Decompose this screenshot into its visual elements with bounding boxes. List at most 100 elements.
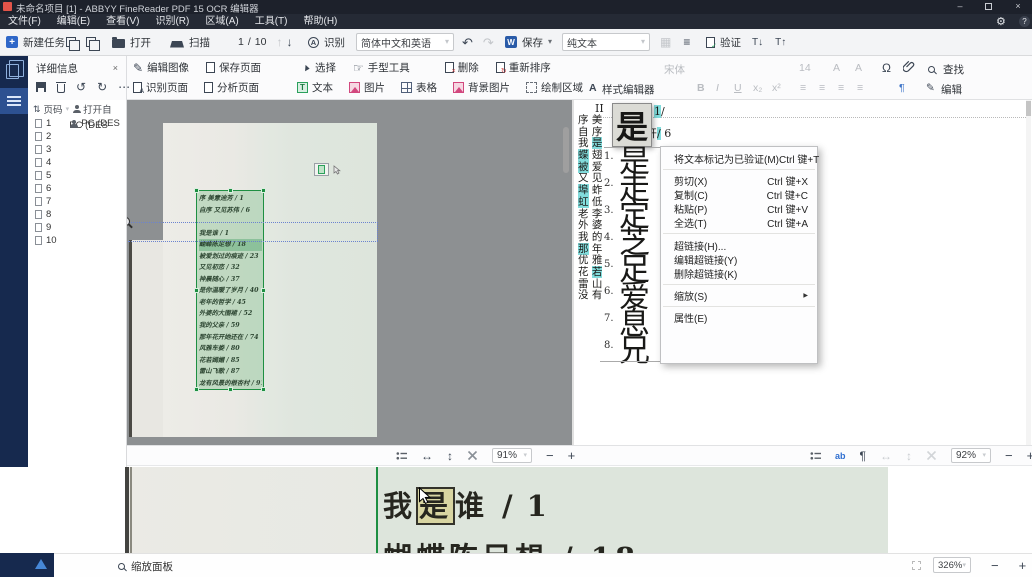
picture-region-button[interactable]: 图片 (349, 80, 385, 95)
source-column[interactable]: 打开自 (83, 102, 112, 116)
decrease-font-icon[interactable]: A (855, 62, 862, 74)
formatting-marks-icon[interactable]: ¶ (860, 450, 866, 462)
region-handle[interactable] (261, 188, 266, 193)
region-handle[interactable] (261, 387, 266, 392)
zoom-in-icon[interactable]: + (1019, 559, 1027, 572)
menu-item[interactable]: 编辑(E) (49, 14, 98, 29)
fit-page-icon[interactable] (467, 450, 478, 461)
align-right-icon[interactable]: ≡ (838, 82, 844, 94)
region-handle[interactable] (194, 288, 199, 293)
font-family-select[interactable]: 宋体 (664, 62, 685, 77)
hyperlink-icon[interactable] (903, 60, 915, 76)
spellcheck-icon[interactable]: ab (835, 451, 846, 461)
edit-pencil-icon[interactable]: ✎ (926, 82, 935, 94)
region-handle[interactable] (228, 188, 233, 193)
gear-icon[interactable]: ⚙ (996, 15, 1006, 28)
scan-button[interactable]: 扫描 (170, 29, 210, 55)
panel-zoom-select[interactable]: 326%▾ (933, 557, 971, 573)
context-menu-item[interactable]: 粘贴(P) Ctrl 键+V (661, 202, 817, 216)
zoom-out-icon[interactable]: − (1005, 449, 1013, 462)
text-vscroll-thumb[interactable] (1026, 101, 1031, 116)
formatting-marks-icon[interactable]: ¶ (899, 82, 905, 94)
align-left-icon[interactable]: ≡ (800, 82, 806, 94)
align-justify-icon[interactable]: ≡ (857, 82, 863, 94)
text-region-box[interactable]: 序 美意迪芳 / 1自序 又见苏伟 / 6我是谁 / 1蝴蝶陈足想 / 18被爱… (196, 190, 264, 390)
close-panel-icon[interactable]: × (113, 64, 118, 73)
prev-unverified-icon[interactable]: T↑ (775, 37, 786, 48)
page-row[interactable]: 4 (28, 156, 127, 169)
increase-font-icon[interactable]: A (833, 62, 840, 74)
next-unverified-icon[interactable]: T↓ (752, 37, 763, 48)
ocr-numbered-list[interactable]: 1. 是 2. 走 3. 定 4. 芝 (604, 148, 660, 364)
image-pane[interactable]: 序 美意迪芳 / 1自序 又见苏伟 / 6我是谁 / 1蝴蝶陈足想 / 18被爱… (127, 100, 572, 445)
superscript-button[interactable]: x² (772, 82, 781, 94)
recognize-button[interactable]: A 识别 (308, 29, 345, 55)
prev-page-icon[interactable]: ↑ (276, 36, 282, 48)
delete-region-button[interactable]: ×删除 (445, 60, 479, 75)
page-row[interactable]: 7 (28, 195, 127, 208)
context-menu-item[interactable]: 超链接(H)... (661, 238, 817, 252)
fit-page-icon[interactable] (926, 450, 937, 461)
hand-tool-button[interactable]: ☞手型工具 (353, 60, 410, 75)
menu-item[interactable]: 文件(F) (0, 14, 49, 29)
page-number-column[interactable]: 页码 (44, 102, 63, 116)
image-zoom-select[interactable]: 91%▾ (492, 448, 532, 463)
zoom-out-icon[interactable]: − (546, 449, 554, 462)
select-tool-button[interactable]: ▲选择 (302, 60, 336, 75)
find-icon[interactable] (928, 64, 935, 76)
zoom-in-icon[interactable]: + (568, 449, 576, 462)
font-size-select[interactable]: 14 (799, 62, 811, 74)
page-row[interactable]: 9 (28, 221, 127, 234)
style-editor-button[interactable]: 样式编辑器 (602, 82, 655, 97)
fit-height-icon[interactable]: ↕ (447, 450, 453, 462)
thumbnails-panel-icon[interactable] (0, 88, 28, 114)
page-row[interactable]: 5 (28, 169, 127, 182)
context-menu-item[interactable]: 缩放(S) ▶ (661, 289, 817, 303)
context-menu-item[interactable]: 属性(E) (661, 311, 817, 325)
page-row[interactable]: 1 PC (DES PC (DES (28, 117, 127, 130)
context-menu-item[interactable]: 编辑超链接(Y) (661, 252, 817, 266)
menu-item[interactable]: 帮助(H) (295, 14, 345, 29)
redo-icon[interactable]: ↷ (483, 36, 494, 49)
sort-icon[interactable]: ⇅ (33, 105, 41, 114)
layout-preview-icon[interactable]: ▦ (660, 36, 671, 48)
page-row[interactable]: 3 (28, 143, 127, 156)
help-icon[interactable]: ? (1019, 16, 1030, 27)
minimize-button[interactable]: – (948, 0, 972, 14)
maximize-button[interactable] (976, 0, 1000, 14)
text-pane[interactable]: II 序 美 自 序 我 是 蝶 (574, 100, 1032, 445)
region-handle[interactable] (194, 188, 199, 193)
subscript-button[interactable]: x₂ (753, 82, 762, 94)
page-row[interactable]: 2 (28, 130, 127, 143)
context-menu-item[interactable]: 删除超链接(K) (661, 266, 817, 280)
menu-item[interactable]: 识别(R) (147, 14, 197, 29)
format-select[interactable]: 纯文本 ▾ (562, 33, 650, 51)
background-picture-button[interactable]: 背景图片 (453, 80, 510, 95)
analyze-page-button[interactable]: 分析页面 (204, 80, 259, 95)
menu-item[interactable]: 区域(A) (197, 14, 246, 29)
save-button[interactable]: W 保存 ▾ (505, 29, 552, 55)
new-task-button[interactable]: + 新建任务 (6, 29, 65, 55)
pages-panel-icon[interactable] (6, 64, 19, 79)
page-row[interactable]: 10 (28, 234, 127, 247)
language-select[interactable]: 简体中文和英语 ▾ (356, 33, 454, 51)
fit-width-icon[interactable]: ↔ (421, 450, 433, 462)
zoom-in-icon[interactable]: + (1027, 449, 1032, 462)
region-handle[interactable] (228, 387, 233, 392)
save-icon[interactable] (36, 82, 46, 92)
fit-height-icon[interactable]: ↕ (906, 450, 912, 462)
fit-width-icon[interactable]: ↔ (880, 450, 892, 462)
region-handle[interactable] (194, 387, 199, 392)
recognize-page-button[interactable]: A识别页面 (133, 80, 188, 95)
text-region-button[interactable]: T文本 (297, 80, 333, 95)
zoom-out-icon[interactable]: − (991, 559, 999, 572)
image-vscrollbar[interactable] (563, 127, 569, 173)
view-options-icon[interactable] (810, 451, 821, 461)
trash-icon[interactable] (57, 84, 65, 93)
zoom-panel[interactable]: 我是谁/1 蝴蝶陈足想 / 18 (0, 467, 1032, 553)
rotate-left-icon[interactable]: ↺ (76, 81, 86, 93)
zoom-panel-label-group[interactable]: 缩放面板 (118, 559, 173, 574)
region-handle[interactable] (261, 288, 266, 293)
page-row[interactable]: 6 (28, 182, 127, 195)
text-zoom-select[interactable]: 92%▾ (951, 448, 991, 463)
